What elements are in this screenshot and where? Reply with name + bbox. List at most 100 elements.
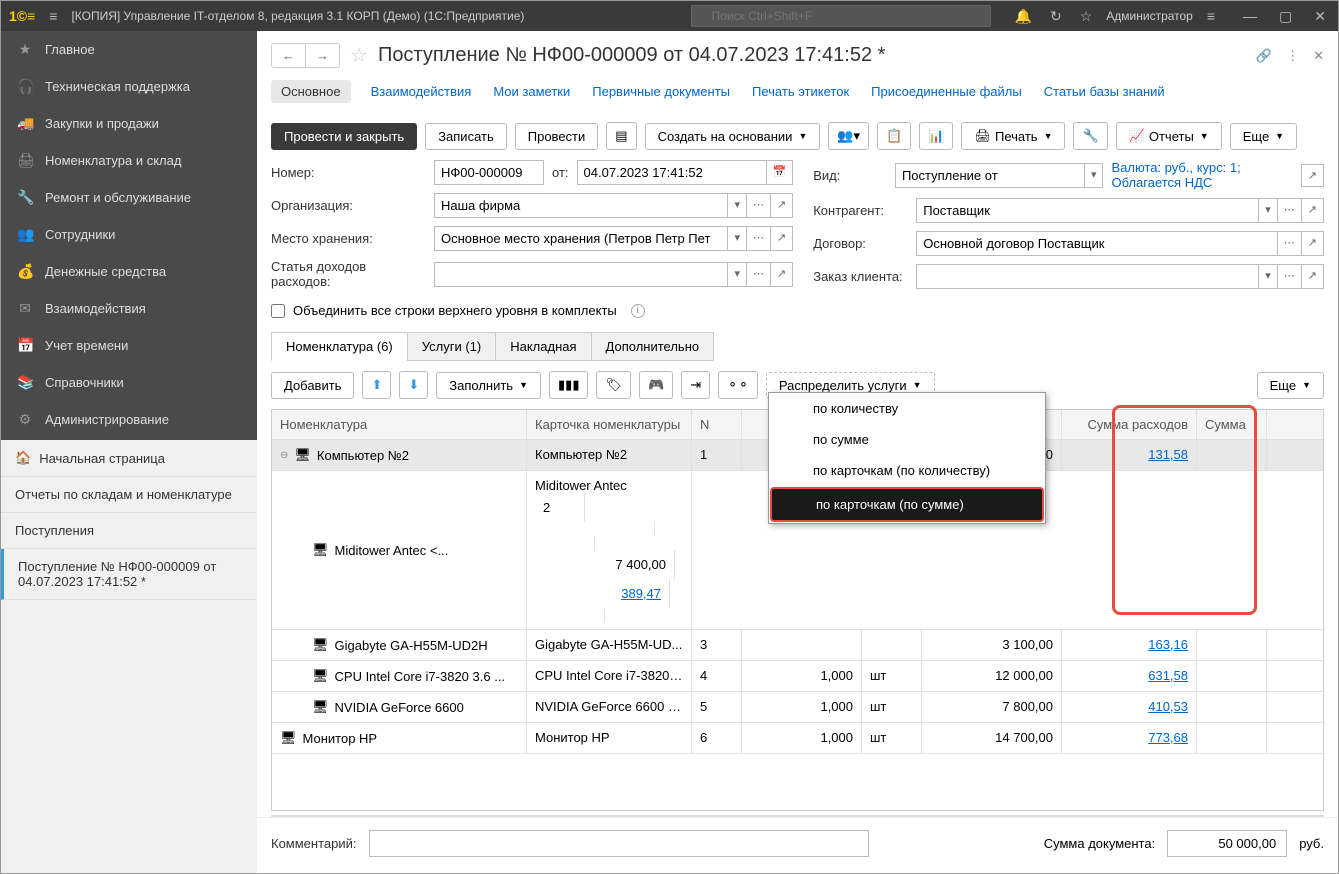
subtab[interactable]: Накладная bbox=[495, 332, 591, 361]
nav-item[interactable]: ★Главное bbox=[1, 31, 257, 68]
horizontal-scrollbar[interactable] bbox=[271, 815, 1324, 817]
tab[interactable]: Взаимодействия bbox=[369, 80, 474, 103]
settings-icon[interactable]: ≡ bbox=[1203, 8, 1219, 24]
counterparty-field[interactable] bbox=[916, 198, 1259, 223]
sub-nav-item[interactable]: Поступления bbox=[1, 513, 257, 549]
barcode-icon[interactable]: ▮▮▮ bbox=[549, 371, 588, 399]
post-button[interactable]: Провести bbox=[515, 123, 599, 150]
table-row[interactable]: 🖥Монитор HP Монитор HP 6 1,000 шт 14 700… bbox=[272, 723, 1323, 754]
info-icon[interactable]: i bbox=[631, 304, 645, 318]
reports-button[interactable]: 📈 Отчеты▼ bbox=[1116, 122, 1222, 150]
ellipsis-icon[interactable]: ⋯ bbox=[1278, 198, 1302, 223]
tab[interactable]: Первичные документы bbox=[590, 80, 732, 103]
sub-nav-item[interactable]: Поступление № НФ00-000009 от 04.07.2023 … bbox=[1, 549, 257, 600]
nav-back-icon[interactable]: ← bbox=[272, 44, 306, 67]
dropdown-icon[interactable]: ▾ bbox=[1259, 264, 1278, 289]
menu-item[interactable]: по количеству bbox=[769, 393, 1045, 424]
sub-nav-item[interactable]: 🏠Начальная страница bbox=[1, 440, 257, 477]
favorite-star-icon[interactable]: ☆ bbox=[350, 43, 368, 68]
table-row[interactable]: 🖥CPU Intel Core i7-3820 3.6 ... CPU Inte… bbox=[272, 661, 1323, 692]
open-icon[interactable]: ↗ bbox=[1302, 231, 1324, 256]
col-card[interactable]: Карточка номенклатуры bbox=[527, 410, 692, 439]
relations-icon[interactable]: ⚬⚬ bbox=[718, 371, 758, 399]
table-more-button[interactable]: Еще▼ bbox=[1257, 372, 1324, 399]
ellipsis-icon[interactable]: ⋯ bbox=[1278, 231, 1302, 256]
minimize-icon[interactable]: — bbox=[1239, 8, 1261, 25]
ellipsis-icon[interactable]: ⋯ bbox=[1278, 264, 1302, 289]
close-icon[interactable]: ✕ bbox=[1310, 8, 1330, 25]
maximize-icon[interactable]: ▢ bbox=[1275, 8, 1296, 25]
nav-item[interactable]: ⚙Администрирование bbox=[1, 401, 257, 438]
col-total[interactable]: Сумма bbox=[1197, 410, 1267, 439]
open-icon[interactable]: ↗ bbox=[1301, 164, 1324, 187]
report-icon[interactable]: 📊 bbox=[919, 122, 953, 150]
order-field[interactable] bbox=[916, 264, 1259, 289]
nav-forward-icon[interactable]: → bbox=[306, 44, 339, 67]
nav-item[interactable]: 📚Справочники bbox=[1, 364, 257, 401]
nav-item[interactable]: 🚚Закупки и продажи bbox=[1, 105, 257, 142]
tab[interactable]: Статьи базы знаний bbox=[1042, 80, 1167, 103]
date-field[interactable] bbox=[577, 160, 767, 185]
table-row[interactable]: 🖥Gigabyte GA-H55M-UD2H Gigabyte GA-H55M-… bbox=[272, 630, 1323, 661]
move-up-icon[interactable]: ⬆ bbox=[362, 371, 391, 399]
org-field[interactable] bbox=[434, 193, 728, 218]
tab[interactable]: Мои заметки bbox=[491, 80, 572, 103]
col-expenses[interactable]: Сумма расходов bbox=[1062, 410, 1197, 439]
open-icon[interactable]: ↗ bbox=[1302, 264, 1324, 289]
cell-expense-link[interactable]: 389,47 bbox=[621, 586, 661, 601]
open-icon[interactable]: ↗ bbox=[771, 193, 793, 218]
cell-expense-link[interactable]: 131,58 bbox=[1148, 447, 1188, 462]
star-icon[interactable]: ☆ bbox=[1076, 8, 1097, 25]
nav-item[interactable]: 💰Денежные средства bbox=[1, 253, 257, 290]
comment-field[interactable] bbox=[369, 830, 869, 857]
search-input[interactable] bbox=[691, 5, 991, 27]
tab[interactable]: Печать этикеток bbox=[750, 80, 851, 103]
tools-icon[interactable]: 🔧 bbox=[1073, 122, 1107, 150]
bell-icon[interactable]: 🔔 bbox=[1011, 8, 1036, 25]
nav-item[interactable]: 🖨Номенклатура и склад bbox=[1, 142, 257, 179]
save-button[interactable]: Записать bbox=[425, 123, 507, 150]
add-button[interactable]: Добавить bbox=[271, 372, 354, 399]
ellipsis-icon[interactable]: ⋯ bbox=[747, 226, 771, 251]
nav-item[interactable]: 👥Сотрудники bbox=[1, 216, 257, 253]
tab[interactable]: Основное bbox=[271, 80, 351, 103]
user-label[interactable]: Администратор bbox=[1106, 9, 1193, 23]
device-icon[interactable]: 🎮 bbox=[639, 371, 673, 399]
nav-item[interactable]: ✉Взаимодействия bbox=[1, 290, 257, 327]
col-nomenclature[interactable]: Номенклатура bbox=[272, 410, 527, 439]
users-icon[interactable]: 👥▾ bbox=[828, 122, 869, 150]
cell-expense-link[interactable]: 773,68 bbox=[1148, 730, 1188, 745]
menu-item[interactable]: по карточкам (по сумме) bbox=[770, 487, 1044, 522]
nav-item[interactable]: 🔧Ремонт и обслуживание bbox=[1, 179, 257, 216]
table-row[interactable]: 🖥NVIDIA GeForce 6600 NVIDIA GeForce 6600… bbox=[272, 692, 1323, 723]
storage-field[interactable] bbox=[434, 226, 728, 251]
sub-nav-item[interactable]: Отчеты по складам и номенклатуре bbox=[1, 477, 257, 513]
menu-icon[interactable]: ≡ bbox=[45, 8, 61, 24]
cell-expense-link[interactable]: 163,16 bbox=[1148, 637, 1188, 652]
cell-expense-link[interactable]: 410,53 bbox=[1148, 699, 1188, 714]
col-n[interactable]: N bbox=[692, 410, 742, 439]
subtab[interactable]: Услуги (1) bbox=[407, 332, 496, 361]
dropdown-icon[interactable]: ▾ bbox=[1259, 198, 1278, 223]
income-field[interactable] bbox=[434, 262, 728, 287]
currency-link[interactable]: Валюта: руб., курс: 1; Облагается НДС bbox=[1111, 160, 1292, 190]
cell-expense-link[interactable]: 631,58 bbox=[1148, 668, 1188, 683]
menu-item[interactable]: по сумме bbox=[769, 424, 1045, 455]
open-icon[interactable]: ↗ bbox=[771, 262, 793, 287]
print-button[interactable]: 🖨 Печать▼ bbox=[961, 122, 1065, 150]
combine-checkbox[interactable] bbox=[271, 304, 285, 318]
nav-item[interactable]: 📅Учет времени bbox=[1, 327, 257, 364]
move-down-icon[interactable]: ⬇ bbox=[399, 371, 428, 399]
ellipsis-icon[interactable]: ⋯ bbox=[747, 193, 771, 218]
menu-item[interactable]: по карточкам (по количеству) bbox=[769, 455, 1045, 486]
subtab[interactable]: Номенклатура (6) bbox=[271, 332, 408, 361]
history-icon[interactable]: ↻ bbox=[1046, 8, 1066, 25]
tag-icon[interactable]: 🏷 bbox=[596, 371, 631, 399]
kind-field[interactable] bbox=[895, 163, 1085, 188]
subtab[interactable]: Дополнительно bbox=[591, 332, 715, 361]
dropdown-icon[interactable]: ▾ bbox=[728, 193, 747, 218]
import-icon[interactable]: ⇥ bbox=[681, 371, 710, 399]
dropdown-icon[interactable]: ▾ bbox=[1085, 163, 1104, 188]
calendar-icon[interactable]: 📅 bbox=[767, 160, 794, 185]
create-based-button[interactable]: Создать на основании▼ bbox=[645, 123, 821, 150]
